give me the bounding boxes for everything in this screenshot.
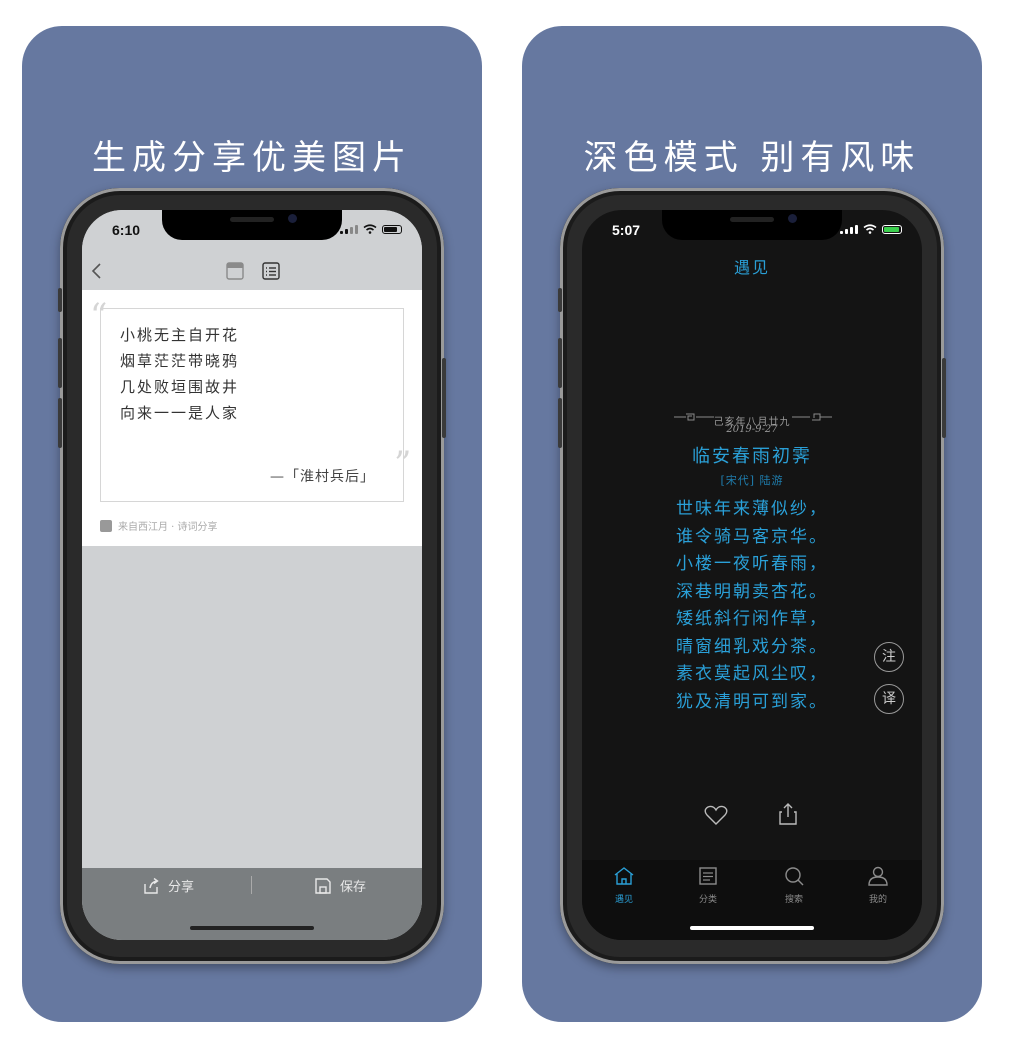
back-icon[interactable] [90, 262, 104, 280]
search-icon [785, 867, 804, 886]
layout-list-icon[interactable] [262, 262, 280, 280]
tab-bar: 遇见 分类 搜索 我的 [582, 860, 922, 940]
power-button [942, 358, 946, 438]
signal-icon [340, 224, 358, 234]
source-note-text: 来自西江月 · 诗词分享 [118, 522, 218, 533]
wifi-icon [363, 224, 377, 234]
tab-label: 我的 [868, 895, 887, 905]
poem-line: 深巷明朝卖杏花。 [676, 581, 828, 602]
volume-down-button [58, 398, 62, 448]
translation-button[interactable]: 译 [874, 684, 904, 714]
open-quote-icon: “ [90, 296, 108, 336]
home-indicator[interactable] [690, 926, 814, 930]
tab-label: 遇见 [614, 895, 633, 905]
status-icons [840, 224, 902, 234]
tab-discover[interactable]: 遇见 [594, 866, 654, 905]
battery-icon [382, 224, 402, 234]
silent-switch [558, 288, 562, 312]
phone-frame-right: 5:07 遇见 己亥年八月廿九 2019-9-27 临安春雨初霁 [宋代] 陆游… [558, 188, 946, 964]
poem-line: 小桃无主自开花 [120, 326, 240, 344]
source-note: 来自西江月 · 诗词分享 [100, 518, 218, 533]
power-button [442, 358, 446, 438]
phone-screen-left: 6:10 “ ” 小桃无主自开花 烟草茫茫带晓鸦 几处败垣围故井 向来一一是人家 [82, 210, 422, 940]
volume-down-button [558, 398, 562, 448]
signal-icon [840, 224, 858, 234]
promo-headline: 生成分享优美图片 [92, 138, 412, 178]
poem-share-card: “ ” 小桃无主自开花 烟草茫茫带晓鸦 几处败垣围故井 向来一一是人家 —「淮村… [82, 290, 422, 546]
poem-line: 晴窗细乳戏分茶。 [676, 636, 828, 657]
tab-search[interactable]: 搜索 [764, 866, 824, 905]
status-time: 6:10 [112, 222, 141, 238]
nav-title: 遇见 [733, 258, 770, 277]
status-icons [340, 224, 402, 234]
promo-headline: 深色模式 别有风味 [583, 138, 921, 178]
battery-icon [882, 224, 902, 234]
poem-body: 世味年来薄似纱， 谁令骑马客京华。 小楼一夜听春雨， 深巷明朝卖杏花。 矮纸斜行… [582, 496, 922, 716]
poem-attribution: —「淮村兵后」 [270, 469, 375, 485]
save-icon [315, 877, 331, 894]
volume-up-button [558, 338, 562, 388]
poem-line: 素衣莫起风尘叹， [676, 664, 828, 684]
save-button[interactable]: 保存 [314, 876, 366, 895]
poem-title: 临安春雨初霁 [692, 446, 812, 467]
poem-line: 矮纸斜行闲作草， [676, 609, 828, 629]
poem-author: [宋代] 陆游 [720, 474, 784, 487]
tab-categories[interactable]: 分类 [678, 866, 738, 905]
tab-profile[interactable]: 我的 [848, 866, 908, 905]
share-icon[interactable] [778, 802, 798, 826]
save-label: 保存 [340, 880, 367, 895]
poem-line: 谁令骑马客京华。 [676, 526, 828, 547]
app-logo-icon [100, 519, 112, 532]
divider [251, 876, 252, 894]
home-indicator[interactable] [190, 926, 314, 930]
layout-card-icon[interactable] [226, 262, 244, 280]
notch [162, 210, 342, 240]
user-icon [868, 866, 888, 886]
phone-screen-right: 5:07 遇见 己亥年八月廿九 2019-9-27 临安春雨初霁 [宋代] 陆游… [582, 210, 922, 940]
poem-line: 小楼一夜听春雨， [676, 554, 828, 574]
status-time: 5:07 [612, 222, 641, 238]
heart-icon[interactable] [704, 804, 728, 826]
poem-line: 世味年来薄似纱， [676, 499, 828, 519]
poem-line: 向来一一是人家 [120, 404, 240, 422]
poem-line: 烟草茫茫带晓鸦 [120, 352, 240, 370]
gregorian-date: 2019-9-27 [726, 424, 778, 435]
poem-body: 小桃无主自开花 烟草茫茫带晓鸦 几处败垣围故井 向来一一是人家 [120, 322, 239, 426]
ornament-right-icon [792, 413, 832, 421]
bottom-action-bar: 分享 保存 [82, 868, 422, 940]
tab-label: 搜索 [784, 895, 803, 905]
silent-switch [58, 288, 62, 312]
home-icon [614, 867, 634, 885]
category-list-icon [699, 867, 717, 885]
wifi-icon [863, 224, 877, 234]
notch [662, 210, 842, 240]
share-icon [144, 877, 159, 894]
poem-line: 几处败垣围故井 [120, 378, 240, 396]
close-quote-icon: ” [394, 444, 412, 484]
volume-up-button [58, 338, 62, 388]
tab-label: 分类 [698, 895, 717, 905]
ornament-left-icon [674, 413, 714, 421]
annotation-button[interactable]: 注 [874, 642, 904, 672]
share-button[interactable]: 分享 [142, 876, 194, 895]
phone-frame-left: 6:10 “ ” 小桃无主自开花 烟草茫茫带晓鸦 几处败垣围故井 向来一一是人家 [58, 188, 446, 964]
poem-line: 犹及清明可到家。 [676, 691, 828, 712]
share-label: 分享 [168, 880, 195, 895]
